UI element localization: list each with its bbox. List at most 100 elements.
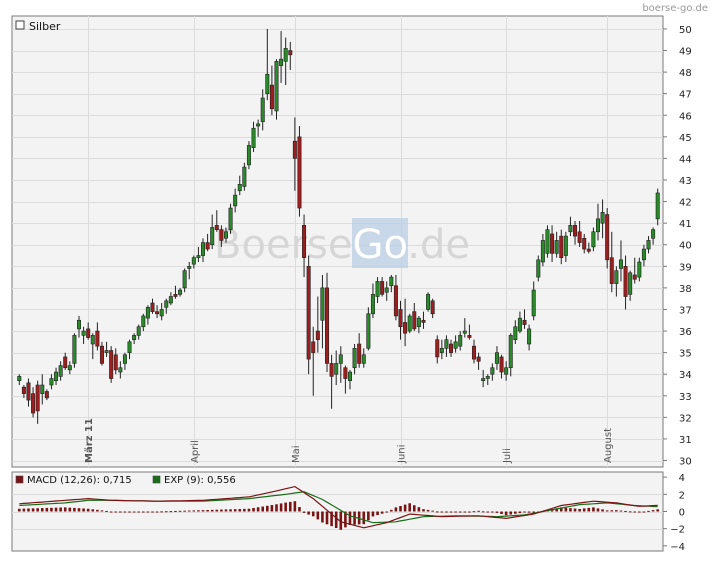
macd-histogram-bar bbox=[325, 511, 329, 525]
macd-histogram-bar bbox=[151, 511, 154, 513]
candle-body-down bbox=[573, 225, 578, 237]
candle-body-up bbox=[127, 341, 132, 353]
candle-body-down bbox=[632, 274, 637, 280]
candle-body-up bbox=[504, 367, 509, 375]
macd-histogram-bar bbox=[321, 511, 324, 523]
candle-body-down bbox=[311, 341, 316, 353]
candle-body-up bbox=[361, 354, 366, 364]
price-y-tick-label: 35 bbox=[679, 349, 692, 360]
signal-legend-label: EXP (9): 0,556 bbox=[164, 475, 236, 486]
macd-histogram-bar bbox=[220, 509, 223, 512]
macd-histogram-bar bbox=[642, 511, 646, 513]
price-x-tick-label: August bbox=[603, 428, 614, 463]
macd-histogram-bar bbox=[445, 511, 448, 513]
macd-histogram-bar bbox=[417, 507, 421, 512]
candle-body-down bbox=[329, 363, 334, 377]
macd-histogram-bar bbox=[284, 502, 287, 512]
price-y-tick-label: 34 bbox=[679, 370, 692, 381]
candle-body-down bbox=[467, 335, 472, 338]
macd-histogram-bar bbox=[463, 511, 467, 513]
center-logo: BoerseGo.de bbox=[214, 222, 470, 268]
candle-body-up bbox=[67, 365, 72, 371]
price-x-tick-label: Juni bbox=[397, 445, 408, 464]
macd-y-tick-label: 0 bbox=[679, 508, 685, 519]
candle-body-up bbox=[178, 289, 183, 295]
macd-histogram-bar bbox=[247, 508, 251, 512]
center-logo-part1: Boerse bbox=[214, 222, 352, 268]
macd-histogram-bar bbox=[311, 511, 315, 517]
candle-body-down bbox=[155, 311, 160, 315]
candle-body-down bbox=[403, 322, 408, 334]
macd-y-tick-label: −2 bbox=[670, 525, 685, 536]
macd-histogram-bar bbox=[601, 509, 604, 512]
macd-histogram-bar bbox=[31, 508, 35, 512]
macd-histogram-bar bbox=[210, 509, 214, 512]
price-y-tick-label: 33 bbox=[679, 392, 692, 403]
macd-histogram-bar bbox=[440, 511, 444, 513]
candle-body-down bbox=[393, 285, 398, 317]
candle-body-up bbox=[508, 335, 513, 369]
candle-body-down bbox=[357, 343, 362, 364]
legend-swatch bbox=[15, 20, 25, 30]
candle-body-up bbox=[462, 330, 467, 334]
macd-histogram-bar bbox=[527, 511, 531, 513]
candle-body-up bbox=[651, 229, 656, 239]
price-y-tick-label: 47 bbox=[679, 90, 692, 101]
price-y-tick-label: 38 bbox=[679, 284, 692, 295]
candle-body-up bbox=[49, 378, 54, 386]
candle-body-up bbox=[347, 371, 352, 381]
candle-body-up bbox=[389, 276, 394, 287]
macd-histogram-bar bbox=[59, 507, 62, 512]
macd-histogram-bar bbox=[142, 511, 145, 513]
macd-histogram-bar bbox=[293, 501, 297, 512]
macd-histogram-bar bbox=[50, 507, 53, 512]
macd-histogram-bar bbox=[435, 511, 439, 513]
candle-body-up bbox=[141, 315, 146, 328]
candle-body-down bbox=[35, 384, 40, 412]
candle-body-up bbox=[81, 330, 86, 336]
macd-histogram-bar bbox=[206, 509, 209, 512]
macd-histogram-bar bbox=[256, 507, 260, 512]
price-x-tick-label: April bbox=[190, 440, 201, 463]
macd-histogram-bar bbox=[279, 503, 283, 512]
macd-histogram-bar bbox=[615, 510, 618, 512]
macd-histogram-bar bbox=[486, 511, 490, 513]
candle-body-up bbox=[536, 259, 541, 278]
macd-legend-label: MACD (12,26): 0,715 bbox=[27, 475, 132, 486]
candle-body-up bbox=[527, 328, 532, 345]
macd-histogram-bar bbox=[178, 510, 182, 512]
candle-body-up bbox=[481, 378, 486, 381]
center-logo-part3: .de bbox=[407, 222, 470, 268]
price-y-tick-label: 44 bbox=[679, 154, 692, 165]
candle-body-up bbox=[338, 354, 343, 364]
macd-histogram-bar bbox=[431, 510, 434, 512]
macd-histogram-bar bbox=[518, 511, 522, 514]
candle-body-up bbox=[320, 287, 325, 321]
candle-body-down bbox=[219, 229, 224, 241]
macd-histogram-bar bbox=[17, 508, 21, 512]
candle-body-down bbox=[86, 328, 91, 338]
candle-body-up bbox=[77, 319, 82, 330]
candle-body-down bbox=[421, 319, 426, 323]
silver-chart: boerse-go.de BoerseGo.de 30 31 32 33 34 35 36 37 3… bbox=[0, 0, 720, 561]
macd-histogram-bar bbox=[77, 508, 81, 512]
candle-body-up bbox=[145, 307, 150, 319]
macd-histogram-bar bbox=[68, 507, 72, 512]
candle-body-up bbox=[122, 354, 127, 364]
candle-body-down bbox=[173, 294, 178, 297]
candle-body-up bbox=[17, 376, 22, 381]
price-y-tick-label: 36 bbox=[679, 327, 692, 338]
candle-body-up bbox=[531, 289, 536, 317]
candle-body-down bbox=[586, 248, 591, 252]
candle-body-up bbox=[283, 48, 288, 62]
macd-histogram-bar bbox=[91, 509, 95, 512]
candle-body-up bbox=[191, 257, 196, 265]
price-y-tick-label: 39 bbox=[679, 262, 692, 273]
macd-histogram-bar bbox=[376, 511, 379, 516]
macd-histogram-bar bbox=[408, 503, 411, 512]
candle-body-down bbox=[343, 367, 348, 379]
macd-histogram-bar bbox=[367, 511, 370, 521]
price-y-tick-label: 49 bbox=[679, 47, 692, 58]
macd-histogram-bar bbox=[514, 511, 517, 514]
macd-histogram-bar bbox=[243, 508, 246, 512]
